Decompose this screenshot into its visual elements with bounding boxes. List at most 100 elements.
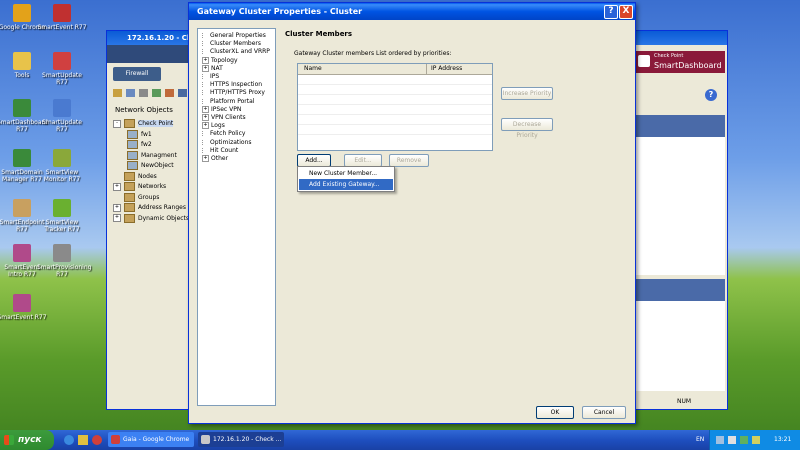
nav-expander-icon[interactable]: +	[202, 64, 209, 72]
nav-item[interactable]: General Properties	[202, 32, 266, 40]
nav-item[interactable]: IPS	[202, 73, 219, 81]
nav-expander-icon[interactable]: +	[202, 122, 209, 130]
nav-item[interactable]: Hit Count	[202, 147, 238, 155]
toolbar-icon-2[interactable]	[126, 89, 135, 97]
col-header-name[interactable]: Name	[304, 65, 322, 72]
desktop-icon[interactable]: SmartUpdate R77	[37, 52, 87, 86]
tree-expander-icon[interactable]: +	[113, 214, 121, 222]
clock[interactable]: 13:21	[774, 430, 791, 450]
tray-icon-3[interactable]	[740, 436, 748, 444]
nav-item[interactable]: ClusterXL and VRRP	[202, 48, 270, 56]
nav-expander-icon[interactable]: +	[202, 105, 209, 113]
tray-icon-4[interactable]	[752, 436, 760, 444]
menu-item[interactable]: Add Existing Gateway...	[299, 179, 393, 190]
tree-expander-icon[interactable]: -	[113, 119, 121, 128]
tree-item[interactable]: + Address Ranges	[113, 203, 186, 213]
toolbar-icon-3[interactable]	[139, 89, 148, 97]
object-icon	[127, 161, 138, 170]
decrease-priority-button[interactable]: Decrease Priority	[501, 118, 553, 139]
nav-item[interactable]: + Logs	[202, 122, 225, 130]
nav-expander-icon[interactable]	[202, 98, 208, 104]
nav-item[interactable]: HTTP/HTTPS Proxy	[202, 89, 265, 97]
table-row[interactable]	[298, 95, 492, 105]
cancel-button[interactable]: Cancel	[582, 406, 626, 419]
tray-icon-1[interactable]	[716, 436, 724, 444]
properties-nav-tree[interactable]: General Properties Cluster Members Cluster…	[197, 28, 276, 406]
tree-item[interactable]: fw1	[127, 129, 152, 140]
quicklaunch-ie-icon[interactable]	[64, 435, 74, 445]
language-indicator[interactable]: EN	[696, 430, 704, 450]
taskbar-task[interactable]: 172.16.1.20 - Check ...	[198, 432, 284, 447]
nav-item[interactable]: + NAT	[202, 64, 223, 73]
nav-expander-icon[interactable]	[202, 74, 208, 79]
members-table[interactable]: Name IP Address	[297, 63, 493, 151]
table-row[interactable]	[298, 105, 492, 115]
add-dropdown-menu[interactable]: New Cluster Member... Add Existing Gatewa…	[297, 166, 395, 192]
tree-expander-icon[interactable]: +	[113, 203, 121, 212]
remove-button[interactable]: Remove	[389, 154, 429, 167]
desktop-icon[interactable]: SmartUpdate R77	[37, 99, 87, 133]
start-button[interactable]: пуск	[0, 430, 54, 450]
table-row[interactable]	[298, 125, 492, 135]
taskbar-task[interactable]: Gaia - Google Chrome	[108, 432, 194, 447]
nav-expander-icon[interactable]	[202, 147, 208, 153]
quicklaunch-chrome-icon[interactable]	[92, 435, 102, 445]
tree-item[interactable]: + Networks	[113, 182, 166, 192]
nav-item[interactable]: Optimizations	[202, 139, 252, 147]
nav-item[interactable]: + Topology	[202, 56, 238, 65]
desktop-icon[interactable]: SmartEvent R77	[37, 4, 87, 31]
dialog-titlebar[interactable]: Gateway Cluster Properties - Cluster ? X	[189, 3, 635, 20]
nav-item[interactable]: HTTPS Inspection	[202, 81, 262, 89]
desktop-icon[interactable]: SmartEvent R77	[0, 294, 47, 321]
tree-expander-icon[interactable]: +	[113, 182, 121, 191]
menu-item[interactable]: New Cluster Member...	[299, 168, 393, 179]
nav-item[interactable]: Cluster Members	[202, 40, 261, 48]
nav-expander-icon[interactable]	[202, 41, 208, 47]
nav-expander-icon[interactable]: +	[202, 114, 209, 121]
tree-item[interactable]: Groups	[113, 192, 159, 203]
nav-expander-icon[interactable]	[202, 33, 208, 38]
nav-expander-icon[interactable]	[202, 90, 208, 96]
increase-priority-button[interactable]: Increase Priority	[501, 87, 553, 100]
firewall-tab[interactable]: Firewall	[113, 67, 161, 81]
nav-item[interactable]: + IPSec VPN	[202, 105, 241, 114]
tree-item[interactable]: Nodes	[113, 171, 157, 182]
toolbar-icon-5[interactable]	[165, 89, 174, 97]
nav-item[interactable]: Fetch Policy	[202, 130, 245, 138]
nav-expander-icon[interactable]	[202, 82, 208, 88]
cluster-properties-dialog[interactable]: Gateway Cluster Properties - Cluster ? X…	[188, 2, 636, 424]
desktop-icon[interactable]: SmartView Tracker R77	[37, 199, 87, 233]
nav-expander-icon[interactable]: +	[202, 155, 209, 162]
table-row[interactable]	[298, 75, 492, 85]
nav-expander-icon[interactable]	[202, 139, 208, 145]
nav-item[interactable]: + Other	[202, 155, 228, 163]
network-objects-tree[interactable]: - Check Point fw1 fw2 Managment NewObject Node…	[111, 119, 191, 259]
quicklaunch-explorer-icon[interactable]	[78, 435, 88, 445]
toolbar-icon-1[interactable]	[113, 89, 122, 97]
toolbar-icon-4[interactable]	[152, 89, 161, 97]
tree-item[interactable]: fw2	[127, 140, 152, 150]
nav-item[interactable]: + VPN Clients	[202, 114, 246, 122]
toolbar-icon-6[interactable]	[178, 89, 187, 97]
nav-expander-icon[interactable]: +	[202, 56, 209, 64]
tray-icon-2[interactable]	[728, 436, 736, 444]
nav-expander-icon[interactable]	[202, 49, 208, 55]
nav-expander-icon[interactable]	[202, 131, 208, 137]
nav-item-label: Other	[211, 155, 229, 162]
table-row[interactable]	[298, 135, 492, 144]
help-icon[interactable]: ?	[705, 89, 717, 101]
nav-item[interactable]: Platform Portal	[202, 98, 254, 106]
col-header-ip[interactable]: IP Address	[431, 65, 462, 72]
tree-item[interactable]: NewObject	[127, 161, 174, 171]
tree-item[interactable]: Managment	[127, 150, 177, 161]
table-row[interactable]	[298, 85, 492, 95]
close-button[interactable]: X	[619, 5, 633, 19]
tree-item[interactable]: + Dynamic Objects	[113, 213, 189, 224]
ok-button[interactable]: OK	[536, 406, 574, 419]
desktop-icon[interactable]: SmartProvisioning R77	[37, 244, 91, 278]
tree-item-label: Managment	[141, 151, 177, 159]
help-button[interactable]: ?	[604, 5, 618, 19]
tree-item[interactable]: - Check Point	[113, 119, 174, 129]
desktop-icon[interactable]: SmartView Monitor R77	[37, 149, 87, 183]
table-row[interactable]	[298, 115, 492, 125]
